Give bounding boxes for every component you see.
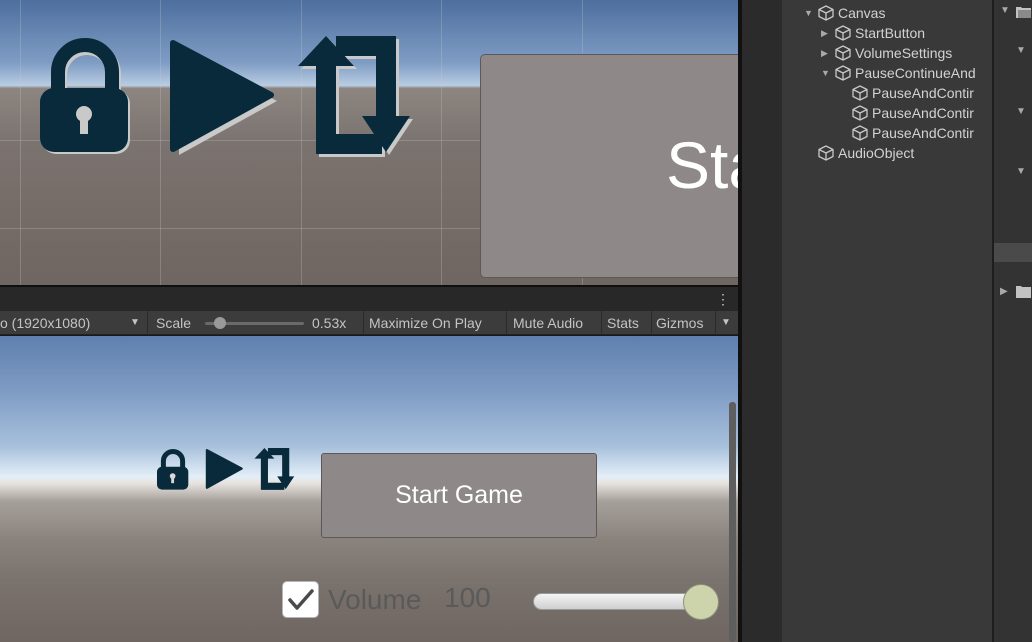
toolbar-separator [651,311,652,335]
scene-start-button-label: Sta [666,128,738,202]
gameobject-icon [852,105,868,121]
toolbar-separator [147,311,148,335]
expand-arrow-icon[interactable]: ▼ [821,63,830,83]
toolbar-separator [363,311,364,335]
scale-label: Scale [156,315,192,331]
scene-start-button[interactable]: Sta [480,54,738,278]
toolbar-separator [506,311,507,335]
hierarchy-item-label: VolumeSettings [855,45,953,61]
repeat-icon[interactable] [252,448,296,492]
expand-arrow-icon[interactable]: ▼ [1000,5,1010,16]
resolution-label: o (1920x1080) [0,315,91,331]
hierarchy-item-label: AudioObject [838,145,915,161]
lock-icon [40,38,130,154]
gameobject-icon [835,25,851,41]
hierarchy-panel[interactable]: ▼ Canvas ▶ StartButton ▶ VolumeSettings ▼ Pause… [782,0,992,642]
hierarchy-item-label: PauseContinueAnd [855,65,976,81]
volume-value: 100 [444,582,491,613]
toolbar-separator [601,311,602,335]
gameobject-icon [818,5,834,21]
maximize-on-play-button[interactable]: Maximize On Play [369,311,482,335]
more-options-icon[interactable]: ⋮ [716,290,730,308]
project-panel[interactable]: ▼ ▼ ▼ ▼ ▶ [994,0,1032,642]
volume-slider-track[interactable] [533,593,701,610]
expand-arrow-icon[interactable]: ▼ [1016,166,1026,177]
game-toolbar: o (1920x1080) ▼ Scale 0.53x Maximize On … [0,311,740,335]
toolbar-separator [715,311,716,335]
gameobject-icon [835,65,851,81]
checkmark-icon [288,589,314,610]
gizmos-dropdown-icon[interactable]: ▼ [721,311,731,335]
volume-label: Volume [328,584,422,615]
gizmos-button[interactable]: Gizmos [656,311,703,335]
mute-audio-button[interactable]: Mute Audio [513,311,583,335]
game-view[interactable]: Start Game Volume 100 [0,336,738,642]
scale-value: 0.53x [312,315,347,331]
hierarchy-item-label: Canvas [838,5,886,21]
scene-view[interactable]: Sta [0,0,738,285]
gameobject-icon [818,145,834,161]
resolution-dropdown[interactable]: o (1920x1080) [0,311,148,335]
play-icon[interactable] [205,449,245,491]
hierarchy-item-label: StartButton [855,25,926,41]
game-tab-strip: ⋮ [0,287,740,311]
collapse-arrow-icon[interactable]: ▶ [821,43,828,63]
volume-slider-knob[interactable] [683,584,719,620]
hierarchy-item-label: PauseAndContir [872,125,974,141]
volume-checkbox[interactable] [282,581,319,618]
folder-icon [1016,7,1031,18]
lock-icon[interactable] [156,449,190,491]
project-selected-row[interactable] [994,243,1032,262]
game-view-scrollbar[interactable] [729,402,736,642]
chevron-down-icon[interactable]: ▼ [130,311,140,335]
scale-slider-thumb[interactable] [214,317,226,329]
start-game-button[interactable]: Start Game [321,453,597,538]
hierarchy-gutter [742,0,782,642]
hierarchy-item-label: PauseAndContir [872,85,974,101]
gameobject-icon [852,125,868,141]
folder-icon [1016,286,1031,298]
expand-arrow-icon[interactable]: ▼ [1016,106,1026,117]
expand-arrow-icon[interactable]: ▼ [1016,45,1026,56]
collapse-arrow-icon[interactable]: ▶ [1000,286,1008,297]
collapse-arrow-icon[interactable]: ▶ [821,23,828,43]
repeat-icon [298,36,413,157]
gameobject-icon [852,85,868,101]
expand-arrow-icon[interactable]: ▼ [804,3,813,23]
hierarchy-item-label: PauseAndContir [872,105,974,121]
gameobject-icon [835,45,851,61]
stats-button[interactable]: Stats [607,311,639,335]
play-icon [170,40,277,155]
